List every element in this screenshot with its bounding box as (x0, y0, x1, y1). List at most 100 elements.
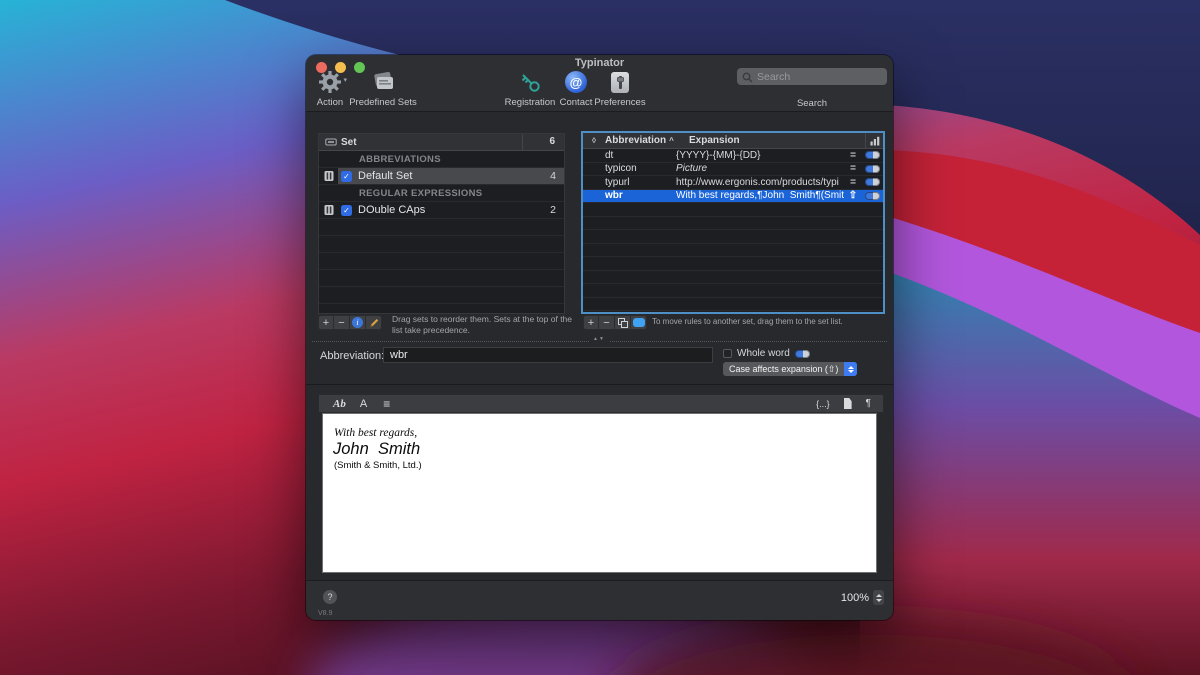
empty-rule-row (583, 230, 883, 244)
set-name: DOuble CAps (358, 204, 425, 216)
abbreviation-input[interactable] (383, 347, 713, 363)
predefined-sets-label: Predefined Sets (349, 97, 417, 108)
whole-word-label: Whole word (737, 348, 790, 359)
speech-bubble-icon (633, 318, 645, 327)
bar-chart-icon (870, 136, 880, 146)
set-info-button[interactable]: i (350, 315, 366, 330)
action-label: Action (317, 97, 343, 108)
set-icon (323, 204, 335, 216)
empty-rule-row (583, 244, 883, 258)
empty-set-row (319, 287, 564, 304)
set-row-double-caps[interactable]: ✓ DOuble CAps 2 (319, 202, 564, 219)
case-marker-icon: ⇧ (845, 190, 861, 201)
set-checkbox[interactable]: ✓ (341, 205, 352, 216)
markers-button[interactable]: {...} (816, 399, 830, 409)
rule-enabled-toggle[interactable] (865, 178, 880, 186)
abbreviation-column-header[interactable]: Abbreviation^ (605, 135, 689, 146)
empty-rule-row (583, 284, 883, 298)
rule-enabled-toggle[interactable] (865, 165, 880, 173)
plain-text-marker: = (845, 163, 861, 174)
sets-table: Set 6 ABBREVIATIONS ✓ Default Set 4 (318, 133, 565, 314)
case-popup-label: Case affects expansion (⇧) (723, 364, 844, 375)
rule-row-typurl[interactable]: typurl http://www.ergonis.com/products/t… (583, 176, 883, 190)
duplicate-rule-button[interactable] (615, 315, 631, 330)
search-input[interactable] (757, 68, 882, 85)
preferences-icon (611, 72, 629, 93)
registration-label: Registration (505, 97, 556, 108)
empty-rule-row (583, 298, 883, 312)
set-row-default-set[interactable]: ✓ Default Set 4 (319, 168, 564, 185)
desktop: Typinator (0, 0, 1200, 675)
splitter-handle[interactable]: ▲▼ (589, 336, 609, 342)
add-set-button[interactable]: + (318, 315, 334, 330)
expansion-column-header[interactable]: Expansion (689, 135, 865, 146)
rule-abbreviation: typicon (605, 163, 676, 174)
add-rule-button[interactable]: + (583, 315, 599, 330)
section-abbreviations: ABBREVIATIONS (319, 151, 564, 168)
version-label: V8.9 (318, 610, 332, 617)
empty-rule-row (583, 257, 883, 271)
rule-enabled-toggle[interactable] (865, 192, 880, 200)
sets-button-bar: + − i (318, 315, 382, 330)
zoom-control: 100% (841, 590, 884, 605)
sets-hint: Drag sets to reorder them. Sets at the t… (392, 314, 574, 335)
copy-icon (618, 318, 628, 328)
case-popup-button[interactable]: Case affects expansion (⇧) (723, 362, 857, 376)
rule-expansion: http://www.ergonis.com/products/typi (676, 177, 845, 188)
predefined-sets-button[interactable]: Predefined Sets (346, 68, 420, 108)
zoom-value: 100% (841, 592, 869, 604)
whole-word-checkbox[interactable] (723, 349, 732, 358)
remove-set-button[interactable]: − (334, 315, 350, 330)
zoom-stepper[interactable] (873, 590, 884, 605)
remove-rule-button[interactable]: − (599, 315, 615, 330)
rule-abbreviation: dt (605, 150, 676, 161)
sets-table-header[interactable]: Set 6 (319, 134, 564, 151)
empty-set-row (319, 304, 564, 314)
rule-row-wbr-selected[interactable]: wbr With best regards,¶John Smith¶(Smit … (583, 190, 883, 204)
empty-rule-row (583, 217, 883, 231)
help-button[interactable]: ? (323, 590, 337, 604)
expansion-line-1: With best regards, (334, 427, 876, 439)
document-icon[interactable] (844, 398, 852, 409)
rules-table-header[interactable]: ◊ Abbreviation^ Expansion (583, 133, 883, 149)
rules-button-bar: + − (583, 315, 647, 330)
comment-button[interactable] (631, 315, 647, 330)
abbreviation-label: Abbreviation: (320, 350, 384, 362)
info-icon: i (352, 317, 363, 328)
rule-enabled-toggle[interactable] (865, 151, 880, 159)
rule-expansion: With best regards,¶John Smith¶(Smit (676, 190, 845, 201)
pen-icon (368, 317, 379, 328)
set-count: 2 (550, 204, 564, 216)
rule-row-dt[interactable]: dt {YYYY}-{MM}-{DD} = (583, 149, 883, 163)
font-style-button[interactable]: Ab (333, 398, 346, 410)
expansion-line-3: (Smith & Smith, Ltd.) (334, 460, 876, 471)
signature-button[interactable] (366, 315, 382, 330)
whole-word-option: Whole word (723, 348, 810, 359)
pilcrow-button[interactable]: ¶ (866, 398, 871, 409)
gear-icon (317, 69, 343, 95)
window-footer: ? 100% V8.9 (306, 580, 893, 620)
set-count: 4 (550, 170, 564, 182)
set-column-icon (325, 136, 337, 148)
set-checkbox[interactable]: ✓ (341, 171, 352, 182)
toolbar: Typinator (306, 55, 893, 112)
statistics-column-icon[interactable] (865, 133, 883, 148)
font-button[interactable]: A (360, 398, 367, 410)
preferences-button[interactable]: Preferences (591, 68, 649, 108)
action-button[interactable]: ▾ Action (310, 68, 350, 108)
alignment-button[interactable]: ≡ (383, 397, 390, 411)
empty-rule-row (583, 271, 883, 285)
popup-stepper-icon (844, 362, 857, 376)
expansion-line-2: John Smith (333, 440, 876, 459)
marker-column-icon: ◊ (583, 136, 605, 145)
rule-row-typicon[interactable]: typicon Picture = (583, 163, 883, 177)
section-regular-expressions: REGULAR EXPRESSIONS (319, 185, 564, 202)
separator (306, 384, 893, 385)
at-icon: @ (565, 71, 587, 93)
expansion-editor[interactable]: With best regards, John Smith (Smith & S… (322, 413, 877, 573)
rules-hint: To move rules to another set, drag them … (652, 317, 888, 328)
sets-header-count: 6 (522, 134, 564, 150)
empty-set-row (319, 270, 564, 287)
search-field[interactable] (737, 68, 887, 85)
rule-expansion: Picture (676, 163, 845, 174)
